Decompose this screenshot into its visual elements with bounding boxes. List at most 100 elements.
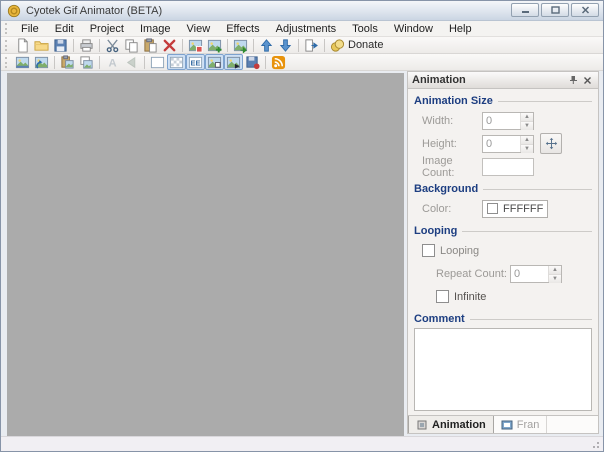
- toolbar-view: AEE: [1, 54, 603, 71]
- infinite-checkbox[interactable]: [436, 290, 449, 303]
- arrow-up-icon: [259, 38, 274, 53]
- new-button[interactable]: [13, 37, 32, 53]
- repeat-spin-up-icon[interactable]: ▲: [549, 266, 561, 274]
- menu-item-edit[interactable]: Edit: [47, 22, 82, 36]
- resize-arrows-icon: [545, 137, 558, 150]
- donate-button[interactable]: Donate: [328, 37, 388, 53]
- toolbar-separator: [265, 56, 266, 69]
- revert-image-icon: [34, 55, 49, 70]
- menu-item-file[interactable]: File: [13, 22, 47, 36]
- menu-item-effects[interactable]: Effects: [218, 22, 267, 36]
- minimize-button[interactable]: [511, 3, 539, 17]
- tab-animation[interactable]: Animation: [408, 416, 494, 433]
- frame-image-button[interactable]: [13, 54, 32, 70]
- comment-textarea[interactable]: [414, 328, 592, 411]
- panel-title: Animation: [412, 74, 566, 86]
- save-button[interactable]: [51, 37, 70, 53]
- copy-button[interactable]: [122, 37, 141, 53]
- section-looping: Looping: [414, 225, 592, 237]
- preview-pane-button[interactable]: [205, 54, 224, 70]
- tab-fran[interactable]: Fran: [494, 416, 548, 433]
- height-spin-down-icon[interactable]: ▼: [521, 144, 533, 153]
- menu-item-tools[interactable]: Tools: [344, 22, 386, 36]
- checkerboard-icon: [169, 55, 184, 70]
- width-spin-up-icon[interactable]: ▲: [521, 113, 533, 121]
- menubar-grip: [5, 23, 10, 34]
- repeat-count-value[interactable]: 0: [511, 266, 548, 282]
- toolbar-separator: [324, 39, 325, 52]
- width-row: Width: 0 ▲▼: [414, 110, 592, 131]
- toolbar-separator: [99, 39, 100, 52]
- open-button[interactable]: [32, 37, 51, 53]
- preview-pane-icon: [207, 55, 222, 70]
- donate-coins-icon: [330, 38, 345, 53]
- resize-grip-icon[interactable]: [590, 439, 601, 450]
- section-comment: Comment: [414, 313, 592, 325]
- add-image-button[interactable]: [186, 37, 205, 53]
- height-spinner[interactable]: 0 ▲▼: [482, 135, 534, 153]
- news-feed-button[interactable]: [269, 54, 288, 70]
- blank-view-icon: [150, 55, 165, 70]
- toolbar-separator: [99, 56, 100, 69]
- extract-frames-button[interactable]: [302, 37, 321, 53]
- image-export-icon: [233, 38, 248, 53]
- repeat-count-label: Repeat Count:: [436, 268, 510, 280]
- looping-checkbox[interactable]: [422, 244, 435, 257]
- panel-close-button[interactable]: [580, 74, 594, 87]
- move-down-button[interactable]: [276, 37, 295, 53]
- repeat-count-row: Repeat Count: 0 ▲▼: [414, 263, 592, 284]
- width-value[interactable]: 0: [483, 113, 520, 129]
- toolbar-separator: [73, 39, 74, 52]
- height-spin-up-icon[interactable]: ▲: [521, 136, 533, 144]
- resize-button[interactable]: [540, 133, 562, 154]
- paste-clipboard-icon: [143, 38, 158, 53]
- infinite-checkbox-row: Infinite: [414, 286, 592, 307]
- width-spinner[interactable]: 0 ▲▼: [482, 112, 534, 130]
- frames-pane-button[interactable]: [224, 54, 243, 70]
- plain-view-button[interactable]: [148, 54, 167, 70]
- color-hex-value: FFFFFF: [503, 203, 543, 215]
- donate-label: Donate: [348, 39, 386, 51]
- statusbar: [1, 436, 603, 451]
- grid-view-button[interactable]: EE: [186, 54, 205, 70]
- menu-item-project[interactable]: Project: [82, 22, 132, 36]
- save-session-button[interactable]: [243, 54, 262, 70]
- rss-feed-icon: [271, 55, 286, 70]
- paste-frame-button[interactable]: [58, 54, 77, 70]
- titlebar: Cyotek Gif Animator (BETA): [1, 1, 603, 21]
- repeat-count-spinner[interactable]: 0 ▲▼: [510, 265, 562, 283]
- height-value[interactable]: 0: [483, 136, 520, 152]
- paste-button[interactable]: [141, 37, 160, 53]
- save-session-icon: [245, 55, 260, 70]
- close-button[interactable]: [571, 3, 599, 17]
- menu-item-view[interactable]: View: [179, 22, 219, 36]
- image-count-field[interactable]: [482, 158, 534, 176]
- infinite-checkbox-label: Infinite: [454, 291, 486, 303]
- move-up-button[interactable]: [257, 37, 276, 53]
- menu-item-adjustments[interactable]: Adjustments: [268, 22, 345, 36]
- close-icon: [581, 6, 590, 14]
- maximize-button[interactable]: [541, 3, 569, 17]
- menu-item-help[interactable]: Help: [441, 22, 480, 36]
- insert-image-button[interactable]: [205, 37, 224, 53]
- menu-item-window[interactable]: Window: [386, 22, 441, 36]
- menu-item-image[interactable]: Image: [132, 22, 179, 36]
- delete-button[interactable]: [160, 37, 179, 53]
- checkerboard-view-button[interactable]: [167, 54, 186, 70]
- cut-button[interactable]: [103, 37, 122, 53]
- print-button[interactable]: [77, 37, 96, 53]
- svg-text:EE: EE: [190, 58, 200, 67]
- tab-label: Animation: [432, 419, 486, 431]
- export-image-button[interactable]: [231, 37, 250, 53]
- copy-frame-button[interactable]: [77, 54, 96, 70]
- printer-icon: [79, 38, 94, 53]
- looping-checkbox-label: Looping: [440, 245, 479, 257]
- toolbar-separator: [253, 39, 254, 52]
- background-color-picker[interactable]: FFFFFF: [482, 200, 548, 218]
- width-spin-down-icon[interactable]: ▼: [521, 121, 533, 130]
- revert-image-button[interactable]: [32, 54, 51, 70]
- pin-button[interactable]: [566, 74, 580, 87]
- image-add-icon: [188, 38, 203, 53]
- app-window: Cyotek Gif Animator (BETA) FileEditProje…: [0, 0, 604, 452]
- repeat-spin-down-icon[interactable]: ▼: [549, 274, 561, 283]
